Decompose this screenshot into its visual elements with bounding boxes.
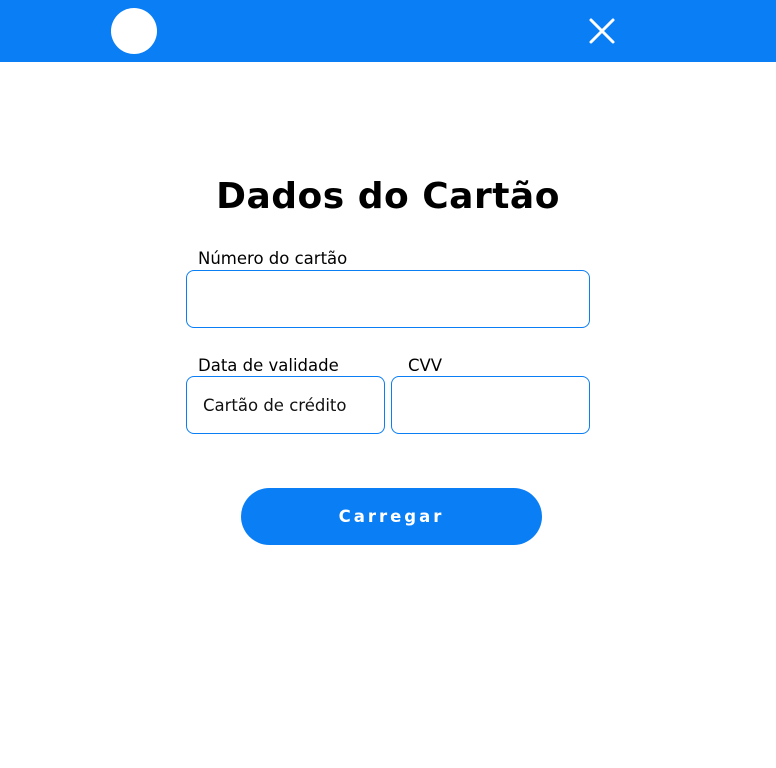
submit-button[interactable]: Carregar: [241, 488, 542, 545]
close-button[interactable]: [584, 13, 620, 49]
card-number-input[interactable]: [186, 270, 590, 328]
close-icon: [589, 18, 615, 44]
card-details-screen: Dados do Cartão Número do cartão Data de…: [0, 0, 776, 768]
avatar[interactable]: [111, 8, 157, 54]
cvv-input[interactable]: [391, 376, 590, 434]
top-bar: [0, 0, 776, 62]
cvv-label: CVV: [408, 356, 443, 375]
expiry-date-label: Data de validade: [198, 356, 339, 375]
card-number-label: Número do cartão: [198, 249, 348, 268]
page-title: Dados do Cartão: [216, 176, 560, 217]
expiry-date-input[interactable]: [186, 376, 385, 434]
